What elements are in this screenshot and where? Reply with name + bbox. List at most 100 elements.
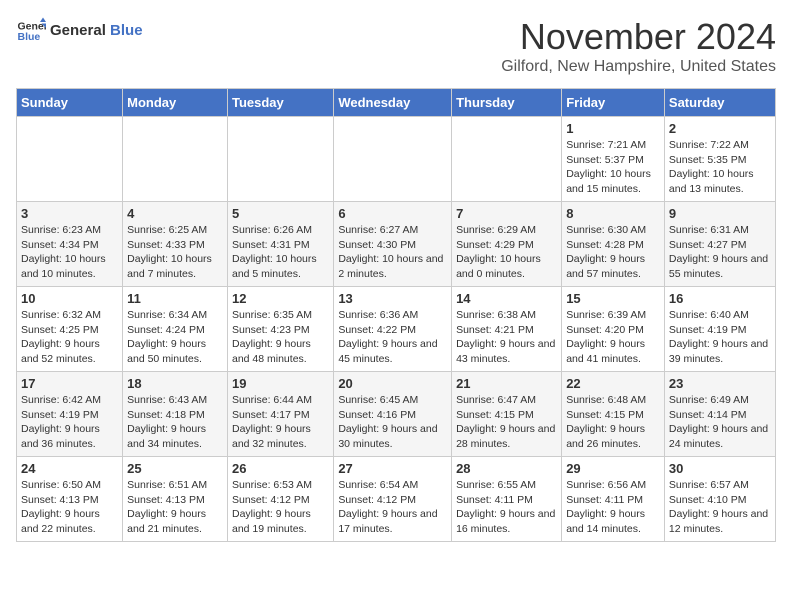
calendar-cell [227, 117, 333, 202]
day-number: 3 [21, 206, 118, 221]
day-number: 15 [566, 291, 660, 306]
day-info: Sunrise: 6:44 AMSunset: 4:17 PMDaylight:… [232, 393, 329, 452]
calendar-header-tuesday: Tuesday [227, 89, 333, 117]
calendar-cell: 29 Sunrise: 6:56 AMSunset: 4:11 PMDayligh… [562, 457, 665, 542]
calendar-table: SundayMondayTuesdayWednesdayThursdayFrid… [16, 88, 776, 542]
calendar-cell: 5Sunrise: 6:26 AMSunset: 4:31 PMDaylight… [227, 202, 333, 287]
day-number: 4 [127, 206, 223, 221]
calendar-cell: 30Sunrise: 6:57 AMSunset: 4:10 PMDayligh… [664, 457, 775, 542]
day-number: 26 [232, 461, 329, 476]
day-number: 30 [669, 461, 771, 476]
calendar-cell: 27 Sunrise: 6:54 AMSunset: 4:12 PMDayligh… [334, 457, 452, 542]
day-number: 27 [338, 461, 447, 476]
day-number: 17 [21, 376, 118, 391]
day-info: Sunrise: 7:21 AMSunset: 5:37 PMDaylight:… [566, 138, 660, 197]
day-number: 16 [669, 291, 771, 306]
calendar-cell: 26 Sunrise: 6:53 AMSunset: 4:12 PMDayligh… [227, 457, 333, 542]
day-info: Sunrise: 6:49 AMSunset: 4:14 PMDaylight:… [669, 393, 771, 452]
day-number: 9 [669, 206, 771, 221]
calendar-cell [334, 117, 452, 202]
calendar-header-wednesday: Wednesday [334, 89, 452, 117]
day-number: 7 [456, 206, 557, 221]
day-number: 24 [21, 461, 118, 476]
calendar-cell: 15 Sunrise: 6:39 AMSunset: 4:20 PMDayligh… [562, 287, 665, 372]
calendar-cell: 8 Sunrise: 6:30 AMSunset: 4:28 PMDaylight… [562, 202, 665, 287]
calendar-cell [17, 117, 123, 202]
logo-text: General Blue [50, 22, 143, 40]
logo-icon: General Blue [16, 16, 46, 46]
page-header: General Blue General Blue November 2024 … [16, 16, 776, 76]
calendar-cell: 9 Sunrise: 6:31 AMSunset: 4:27 PMDaylight… [664, 202, 775, 287]
day-number: 5 [232, 206, 329, 221]
calendar-header-saturday: Saturday [664, 89, 775, 117]
day-info: Sunrise: 6:48 AMSunset: 4:15 PMDaylight:… [566, 393, 660, 452]
day-info: Sunrise: 6:30 AMSunset: 4:28 PMDaylight:… [566, 223, 660, 282]
day-info: Sunrise: 6:53 AMSunset: 4:12 PMDaylight:… [232, 478, 329, 537]
day-info: Sunrise: 6:54 AMSunset: 4:12 PMDaylight:… [338, 478, 447, 537]
calendar-cell [452, 117, 562, 202]
calendar-cell: 17 Sunrise: 6:42 AMSunset: 4:19 PMDayligh… [17, 372, 123, 457]
svg-text:Blue: Blue [18, 31, 41, 43]
day-number: 14 [456, 291, 557, 306]
day-info: Sunrise: 6:23 AMSunset: 4:34 PMDaylight:… [21, 223, 118, 282]
day-info: Sunrise: 6:42 AMSunset: 4:19 PMDaylight:… [21, 393, 118, 452]
day-number: 18 [127, 376, 223, 391]
day-info: Sunrise: 6:40 AMSunset: 4:19 PMDaylight:… [669, 308, 771, 367]
location-title: Gilford, New Hampshire, United States [501, 58, 776, 76]
day-number: 10 [21, 291, 118, 306]
calendar-week-row: 24 Sunrise: 6:50 AMSunset: 4:13 PMDayligh… [17, 457, 776, 542]
day-number: 6 [338, 206, 447, 221]
day-number: 23 [669, 376, 771, 391]
calendar-cell: 7 Sunrise: 6:29 AMSunset: 4:29 PMDaylight… [452, 202, 562, 287]
day-number: 13 [338, 291, 447, 306]
day-number: 20 [338, 376, 447, 391]
day-number: 29 [566, 461, 660, 476]
day-info: Sunrise: 6:56 AMSunset: 4:11 PMDaylight:… [566, 478, 660, 537]
calendar-cell: 10 Sunrise: 6:32 AMSunset: 4:25 PMDayligh… [17, 287, 123, 372]
day-number: 1 [566, 121, 660, 136]
calendar-cell: 18Sunrise: 6:43 AMSunset: 4:18 PMDayligh… [123, 372, 228, 457]
day-info: Sunrise: 6:50 AMSunset: 4:13 PMDaylight:… [21, 478, 118, 537]
day-info: Sunrise: 6:32 AMSunset: 4:25 PMDaylight:… [21, 308, 118, 367]
calendar-header-sunday: Sunday [17, 89, 123, 117]
calendar-cell: 25 Sunrise: 6:51 AMSunset: 4:13 PMDayligh… [123, 457, 228, 542]
day-number: 21 [456, 376, 557, 391]
logo: General Blue General Blue [16, 16, 143, 46]
day-number: 19 [232, 376, 329, 391]
day-info: Sunrise: 6:39 AMSunset: 4:20 PMDaylight:… [566, 308, 660, 367]
calendar-week-row: 1 Sunrise: 7:21 AMSunset: 5:37 PMDaylight… [17, 117, 776, 202]
calendar-week-row: 3 Sunrise: 6:23 AMSunset: 4:34 PMDaylight… [17, 202, 776, 287]
day-number: 25 [127, 461, 223, 476]
calendar-cell: 16 Sunrise: 6:40 AMSunset: 4:19 PMDayligh… [664, 287, 775, 372]
day-number: 11 [127, 291, 223, 306]
calendar-cell: 13Sunrise: 6:36 AMSunset: 4:22 PMDayligh… [334, 287, 452, 372]
calendar-cell: 1 Sunrise: 7:21 AMSunset: 5:37 PMDaylight… [562, 117, 665, 202]
day-info: Sunrise: 6:45 AMSunset: 4:16 PMDaylight:… [338, 393, 447, 452]
calendar-cell: 2 Sunrise: 7:22 AMSunset: 5:35 PMDaylight… [664, 117, 775, 202]
calendar-cell: 22Sunrise: 6:48 AMSunset: 4:15 PMDayligh… [562, 372, 665, 457]
calendar-cell: 12Sunrise: 6:35 AMSunset: 4:23 PMDayligh… [227, 287, 333, 372]
day-info: Sunrise: 6:47 AMSunset: 4:15 PMDaylight:… [456, 393, 557, 452]
day-number: 8 [566, 206, 660, 221]
day-info: Sunrise: 6:27 AMSunset: 4:30 PMDaylight:… [338, 223, 447, 282]
calendar-cell: 19 Sunrise: 6:44 AMSunset: 4:17 PMDayligh… [227, 372, 333, 457]
calendar-cell: 23 Sunrise: 6:49 AMSunset: 4:14 PMDayligh… [664, 372, 775, 457]
calendar-header-friday: Friday [562, 89, 665, 117]
day-info: Sunrise: 6:51 AMSunset: 4:13 PMDaylight:… [127, 478, 223, 537]
calendar-cell: 28Sunrise: 6:55 AMSunset: 4:11 PMDayligh… [452, 457, 562, 542]
month-title: November 2024 [501, 16, 776, 58]
calendar-week-row: 10 Sunrise: 6:32 AMSunset: 4:25 PMDayligh… [17, 287, 776, 372]
day-number: 2 [669, 121, 771, 136]
day-info: Sunrise: 6:34 AMSunset: 4:24 PMDaylight:… [127, 308, 223, 367]
day-info: Sunrise: 6:38 AMSunset: 4:21 PMDaylight:… [456, 308, 557, 367]
calendar-cell: 21 Sunrise: 6:47 AMSunset: 4:15 PMDayligh… [452, 372, 562, 457]
calendar-header-thursday: Thursday [452, 89, 562, 117]
calendar-cell: 24 Sunrise: 6:50 AMSunset: 4:13 PMDayligh… [17, 457, 123, 542]
day-info: Sunrise: 6:29 AMSunset: 4:29 PMDaylight:… [456, 223, 557, 282]
day-info: Sunrise: 6:31 AMSunset: 4:27 PMDaylight:… [669, 223, 771, 282]
calendar-week-row: 17 Sunrise: 6:42 AMSunset: 4:19 PMDayligh… [17, 372, 776, 457]
day-info: Sunrise: 7:22 AMSunset: 5:35 PMDaylight:… [669, 138, 771, 197]
calendar-cell [123, 117, 228, 202]
calendar-header-monday: Monday [123, 89, 228, 117]
calendar-cell: 14 Sunrise: 6:38 AMSunset: 4:21 PMDayligh… [452, 287, 562, 372]
